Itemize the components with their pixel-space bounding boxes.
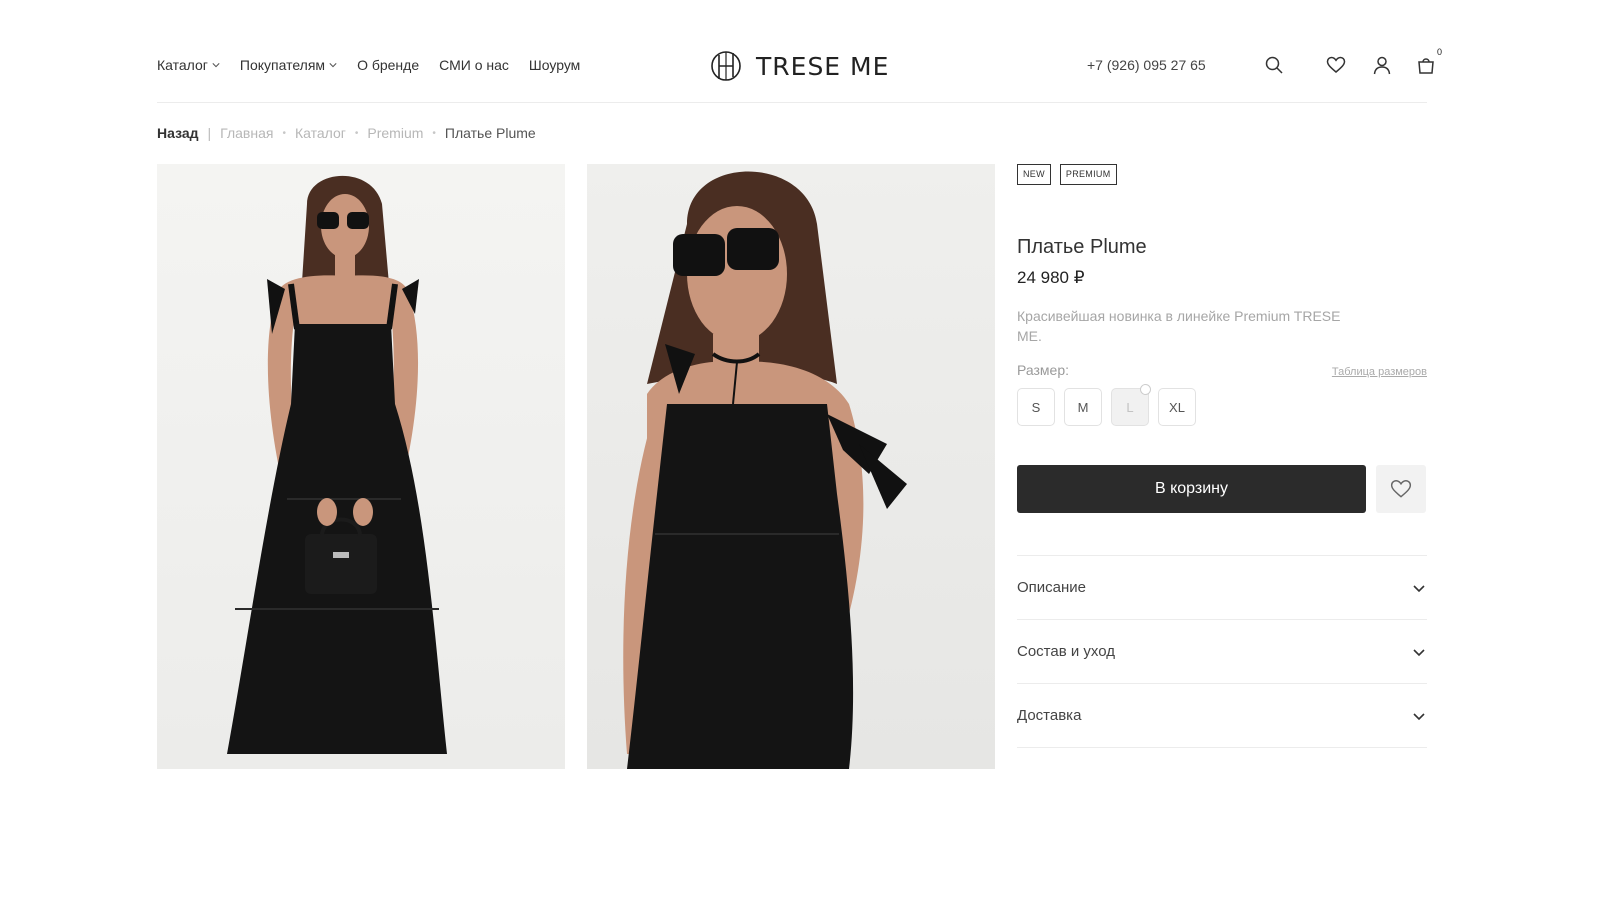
size-options: S M L XL bbox=[1017, 384, 1427, 426]
accordion-label: Описание bbox=[1017, 579, 1087, 596]
breadcrumb-home[interactable]: Главная bbox=[220, 125, 273, 141]
accordion-description[interactable]: Описание bbox=[1017, 556, 1427, 620]
brand-logo[interactable]: TRESE ME bbox=[706, 49, 889, 83]
model-full-length-image bbox=[227, 175, 447, 754]
accordion-label: Доставка bbox=[1017, 707, 1082, 724]
size-label: Размер: bbox=[1017, 362, 1070, 378]
product-price: 24 980 ₽ bbox=[1017, 268, 1085, 287]
nav-label: Шоурум bbox=[528, 57, 581, 73]
main-nav: Каталог Покупателям О бренде СМИ о нас Ш… bbox=[157, 57, 580, 73]
nav-item-showroom[interactable]: Шоурум bbox=[529, 57, 580, 73]
logo-text: TRESE ME bbox=[756, 51, 890, 81]
product-description: Красивейшая новинка в линейке Premium TR… bbox=[1017, 308, 1341, 344]
nav-label: Каталог bbox=[157, 57, 208, 73]
nav-label: Покупателям bbox=[239, 57, 326, 73]
product-title: Платье Plume bbox=[1017, 236, 1147, 258]
chevron-down-icon bbox=[1413, 648, 1425, 656]
product-photo-1[interactable] bbox=[157, 164, 565, 769]
add-to-cart-button[interactable]: В корзину bbox=[1017, 465, 1366, 513]
bag-icon bbox=[1418, 58, 1434, 74]
chevron-down-icon bbox=[1413, 584, 1425, 592]
breadcrumb-dot: • bbox=[432, 127, 436, 139]
breadcrumb: Назад | Главная • Каталог • Premium • Пл… bbox=[157, 125, 536, 141]
product-info: NEW PREMIUM Платье Plume 24 980 ₽ Красив… bbox=[1017, 164, 1427, 748]
breadcrumb-dot: • bbox=[354, 127, 359, 139]
size-header: Размер: Таблица размеров bbox=[1017, 362, 1427, 378]
phone-number[interactable]: +7 (926) 095 27 65 bbox=[1087, 57, 1206, 73]
breadcrumb-separator: | bbox=[207, 125, 212, 141]
add-to-wishlist-button[interactable] bbox=[1376, 465, 1426, 513]
nav-item-press[interactable]: СМИ о нас bbox=[439, 57, 509, 73]
size-label: L bbox=[1126, 399, 1134, 415]
nav-item-buyers[interactable]: Покупателям bbox=[240, 57, 337, 73]
size-option-l[interactable]: L bbox=[1111, 384, 1151, 426]
chevron-down-icon bbox=[212, 63, 220, 68]
breadcrumb-current: Платье Plume bbox=[444, 125, 536, 141]
accordion-composition[interactable]: Состав и уход bbox=[1017, 620, 1427, 684]
accordion-label: Состав и уход bbox=[1017, 643, 1115, 660]
search-icon bbox=[1265, 56, 1283, 74]
size-option-xl[interactable]: XL bbox=[1158, 388, 1196, 426]
purchase-actions: В корзину bbox=[1017, 465, 1427, 513]
nav-item-catalog[interactable]: Каталог bbox=[157, 57, 220, 73]
search-button[interactable] bbox=[1262, 53, 1286, 77]
header-divider bbox=[157, 102, 1427, 103]
breadcrumb-premium[interactable]: Premium bbox=[367, 125, 423, 141]
cart-button[interactable]: 0 bbox=[1414, 47, 1442, 77]
new-badge: NEW bbox=[1017, 164, 1051, 185]
chevron-down-icon bbox=[329, 63, 337, 68]
wishlist-button[interactable] bbox=[1324, 53, 1348, 77]
product-page: Каталог Покупателям О бренде СМИ о нас Ш… bbox=[0, 0, 1600, 900]
size-option-m[interactable]: M bbox=[1064, 388, 1102, 426]
nav-item-about[interactable]: О бренде bbox=[357, 57, 419, 73]
heart-icon bbox=[1326, 56, 1346, 73]
accordion-delivery[interactable]: Доставка bbox=[1017, 684, 1427, 748]
heart-icon bbox=[1390, 480, 1412, 498]
product-photo-2[interactable] bbox=[587, 164, 995, 769]
nav-label: О бренде bbox=[357, 57, 420, 73]
badge-row: NEW PREMIUM bbox=[1017, 164, 1427, 185]
account-button[interactable] bbox=[1370, 53, 1394, 77]
product-accordion: Описание Состав и уход Доставка bbox=[1017, 555, 1427, 748]
size-option-s[interactable]: S bbox=[1017, 388, 1055, 426]
premium-badge: PREMIUM bbox=[1059, 164, 1117, 185]
chevron-down-icon bbox=[1413, 712, 1425, 720]
model-closeup-image bbox=[623, 171, 907, 769]
cart-count-badge: 0 bbox=[1436, 47, 1442, 57]
notify-dot-icon bbox=[1140, 384, 1151, 395]
site-header: Каталог Покупателям О бренде СМИ о нас Ш… bbox=[157, 44, 1442, 104]
logo-mark-icon bbox=[711, 51, 741, 81]
breadcrumb-dot: • bbox=[282, 127, 286, 139]
breadcrumb-catalog[interactable]: Каталог bbox=[295, 125, 346, 141]
user-icon bbox=[1373, 56, 1391, 75]
size-table-link[interactable]: Таблица размеров bbox=[1332, 366, 1427, 378]
nav-label: СМИ о нас bbox=[439, 57, 509, 73]
back-link[interactable]: Назад bbox=[157, 125, 199, 141]
